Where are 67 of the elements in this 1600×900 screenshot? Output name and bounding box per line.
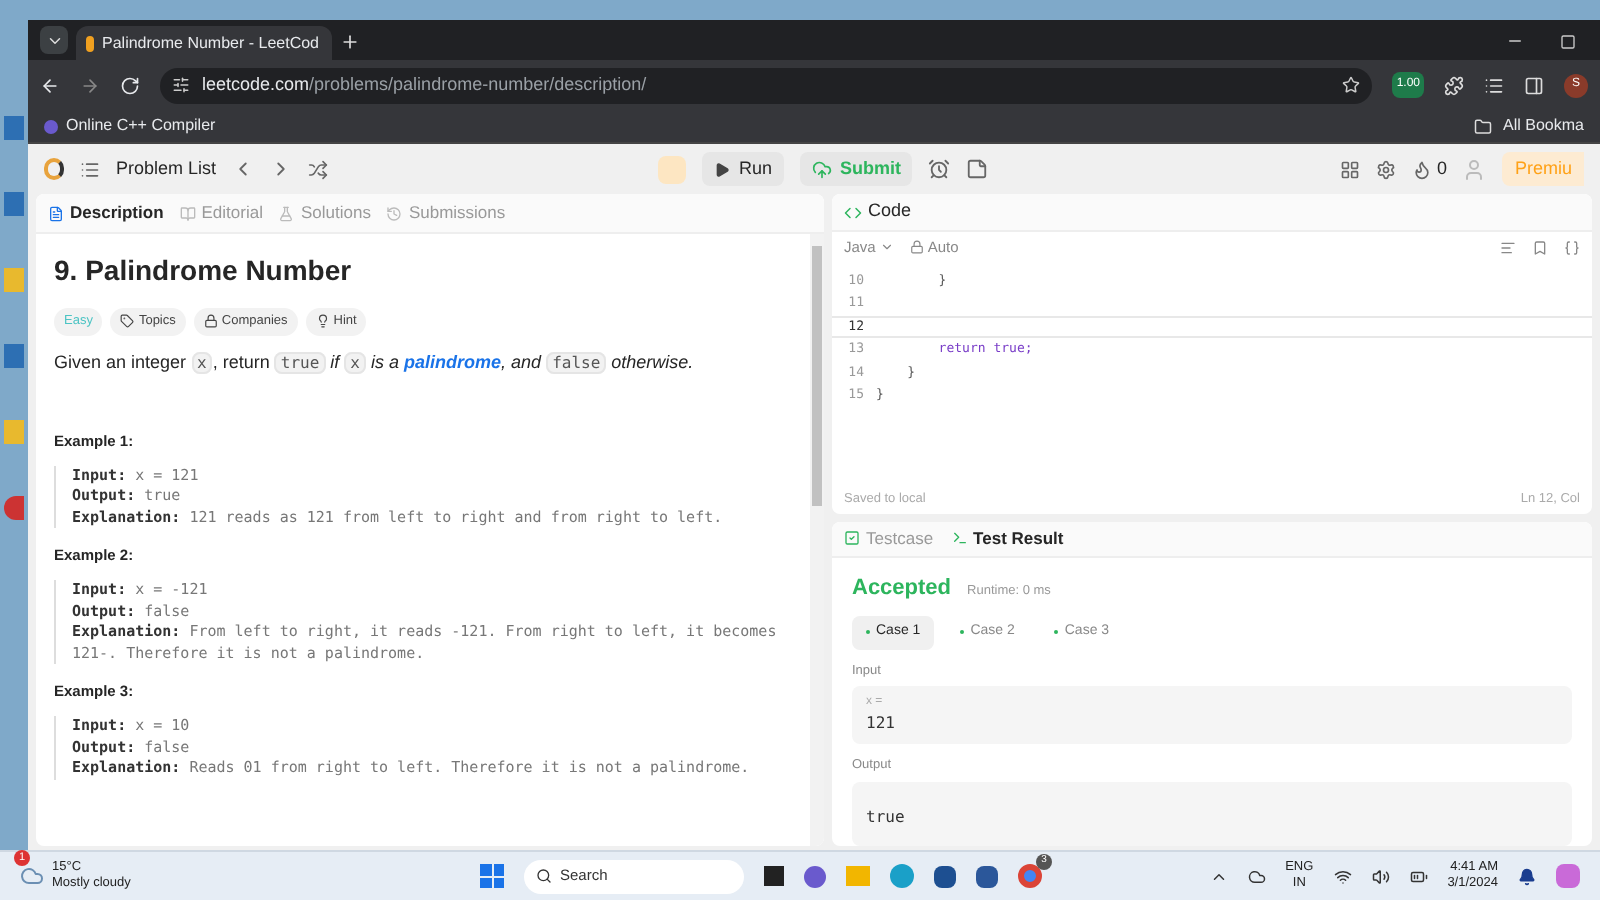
tab-icon (386, 205, 403, 221)
layout-icon[interactable] (1340, 159, 1361, 179)
braces-icon[interactable] (1564, 239, 1580, 255)
site-info-icon[interactable] (172, 76, 190, 94)
back-icon[interactable] (40, 75, 60, 95)
extensions-icon[interactable] (1444, 75, 1464, 95)
timer-icon[interactable] (928, 158, 951, 180)
run-button[interactable]: Run (702, 152, 784, 186)
folder-icon[interactable] (1473, 117, 1492, 135)
wifi-icon[interactable] (1333, 867, 1352, 885)
code-panel-title: Code (868, 198, 912, 225)
onedrive-icon[interactable] (1247, 867, 1266, 885)
input-value: 121 (866, 712, 897, 737)
accepted-status: Accepted (852, 573, 952, 603)
play-icon (714, 161, 731, 177)
notification-bell-icon[interactable] (1518, 867, 1536, 885)
lock-icon (203, 314, 218, 329)
battery-icon[interactable] (1409, 867, 1428, 885)
panel-tab[interactable]: Description (48, 200, 164, 226)
shuffle-icon[interactable] (308, 159, 329, 179)
notes-icon[interactable] (966, 158, 989, 180)
start-icon[interactable] (480, 864, 504, 888)
problem-title: 9. Palindrome Number (54, 252, 354, 290)
settings-icon[interactable] (1376, 159, 1397, 179)
forward-icon[interactable] (80, 75, 100, 95)
tab-icon (48, 205, 64, 221)
scrollbar[interactable] (810, 234, 824, 846)
lightbulb-icon (315, 314, 330, 329)
reading-list-icon[interactable] (1484, 75, 1504, 95)
code-icon (844, 203, 862, 221)
new-tab-icon[interactable] (340, 32, 360, 52)
flame-icon (1412, 159, 1433, 179)
tag-icon (120, 314, 135, 329)
lock-icon (909, 240, 924, 254)
palindrome-link[interactable]: palindrome (404, 351, 502, 372)
streak-counter[interactable]: 0 (1412, 155, 1447, 183)
browser-tab[interactable]: Palindrome Number - LeetCod (76, 26, 332, 60)
chat-icon[interactable] (804, 865, 826, 887)
tab-icon (278, 205, 295, 221)
tab-title: Palindrome Number - LeetCod (102, 31, 319, 55)
output-value: true (866, 808, 905, 826)
bookmark-favicon (44, 119, 58, 133)
chevron-down-icon (879, 240, 894, 254)
list-icon (80, 159, 100, 179)
reload-icon[interactable] (120, 75, 140, 95)
tab-search-button[interactable] (40, 26, 68, 54)
result-tab[interactable]: Test Result (951, 525, 1064, 552)
format-icon[interactable] (1500, 239, 1516, 255)
maximize-icon[interactable] (1560, 34, 1576, 50)
volume-icon[interactable] (1371, 867, 1390, 885)
checkbox-icon (844, 530, 860, 547)
address-bar[interactable]: leetcode.com/problems/palindrome-number/description/ (160, 67, 1373, 103)
bookmark-item[interactable]: Online C++ Compiler (44, 114, 216, 138)
weather-cloud-icon[interactable] (20, 864, 44, 888)
problem-description: Given an integer x , return true if x is a palindrome, and false otherwise. (54, 349, 696, 378)
tab-icon (179, 205, 196, 221)
all-bookmarks-label[interactable]: All Bookma (1503, 114, 1584, 138)
url-text: leetcode.com/problems/palindrome-number/description/ (202, 71, 647, 98)
cloud-upload-icon (811, 159, 832, 179)
terminal-icon (951, 530, 968, 547)
problem-list-link[interactable]: Problem List (116, 155, 217, 183)
copilot-icon[interactable] (1556, 864, 1580, 888)
search-icon (536, 868, 552, 884)
side-panel-icon[interactable] (1524, 75, 1544, 95)
bookmark-icon[interactable] (1532, 239, 1548, 255)
chrome-icon[interactable] (1018, 864, 1042, 888)
bookmark-star-icon[interactable] (1342, 76, 1361, 94)
